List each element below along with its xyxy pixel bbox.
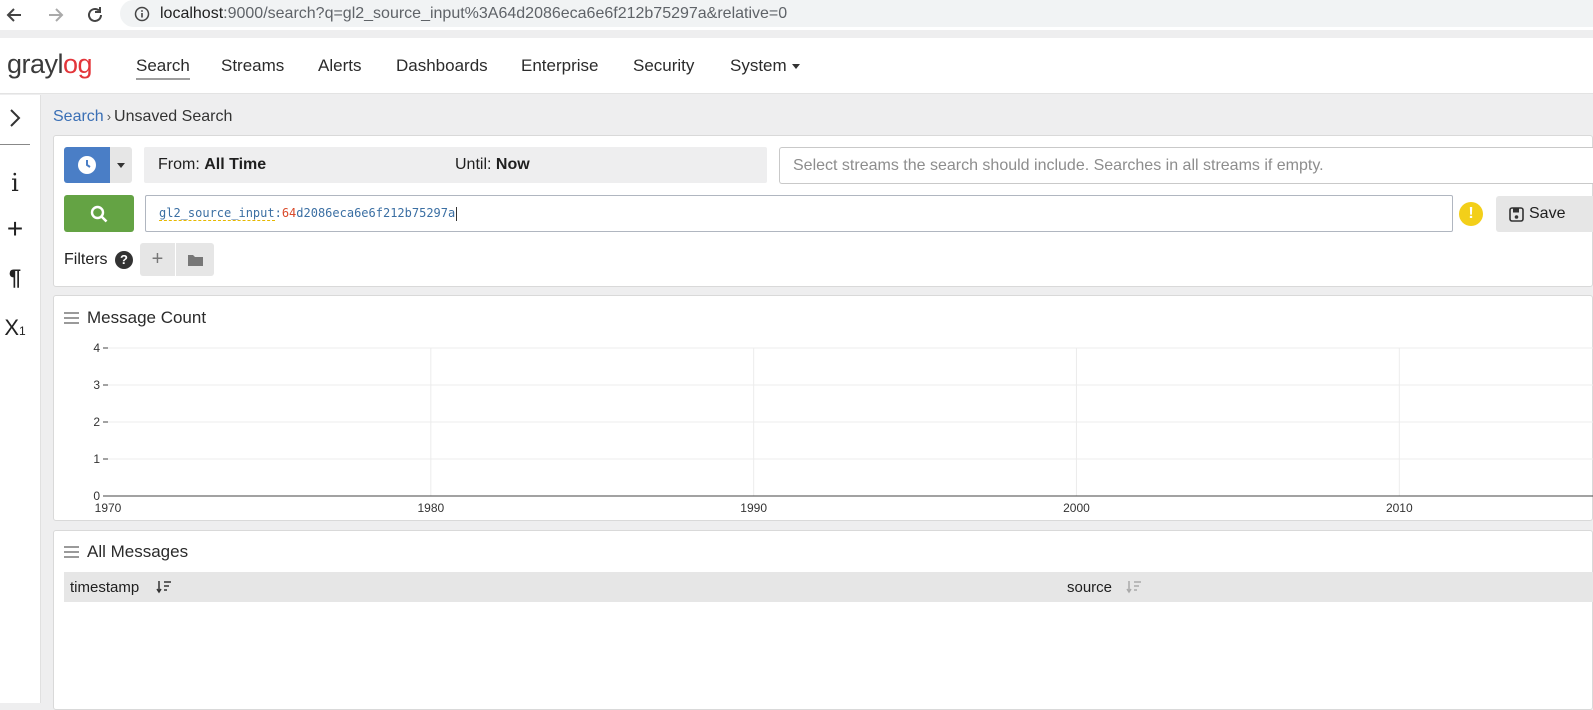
caret-down-icon — [117, 162, 125, 168]
x-tick-label: 1980 — [417, 501, 444, 515]
column-timestamp[interactable]: timestamp — [70, 579, 139, 596]
top-navigation: graylog Search Streams Alerts Dashboards… — [0, 38, 1593, 94]
url-path: :9000/search?q=gl2_source_input%3A64d208… — [223, 4, 788, 22]
query-colon: : — [274, 206, 282, 220]
warning-icon[interactable]: ! — [1459, 202, 1483, 226]
breadcrumb-current: Unsaved Search — [114, 108, 233, 125]
time-until: Until: Now — [455, 156, 530, 173]
all-messages-header: All Messages — [64, 542, 188, 562]
search-icon — [90, 205, 108, 222]
message-count-header: Message Count — [64, 308, 206, 328]
sort-icon[interactable] — [1126, 579, 1142, 595]
widget-title: Message Count — [87, 308, 207, 327]
nav-search[interactable]: Search — [136, 56, 190, 80]
time-from: From: All Time — [158, 156, 267, 173]
column-source[interactable]: source — [1067, 579, 1112, 596]
y-tick-label: 3 — [93, 378, 100, 392]
nav-security[interactable]: Security — [633, 56, 694, 76]
site-info-icon[interactable] — [134, 6, 150, 22]
nav-system-label: System — [730, 56, 787, 75]
drag-handle-icon[interactable] — [64, 543, 79, 561]
breadcrumb-separator: › — [106, 109, 112, 124]
browser-toolbar: localhost:9000/search?q=gl2_source_input… — [0, 0, 1593, 30]
time-range-dropdown[interactable] — [110, 147, 132, 183]
query-field: gl2_source_input — [159, 206, 275, 221]
streams-select[interactable]: Select streams the search should include… — [779, 147, 1593, 184]
save-icon — [1509, 206, 1524, 222]
y-tick-label: 1 — [93, 452, 100, 466]
help-icon[interactable]: ? — [115, 251, 133, 269]
chevron-right-icon[interactable] — [0, 107, 30, 134]
text-cursor — [456, 206, 458, 221]
drag-handle-icon[interactable] — [64, 309, 79, 327]
paragraph-icon[interactable]: ¶ — [0, 265, 30, 291]
query-input[interactable]: gl2_source_input:64d2086eca6e6f212b75297… — [145, 195, 1453, 232]
y-tick-label: 4 — [93, 341, 100, 355]
nav-enterprise[interactable]: Enterprise — [521, 56, 598, 76]
clock-icon — [78, 156, 96, 174]
folder-icon — [187, 254, 203, 266]
message-count-chart: 012341970 1980 1990 2000 2010 — [93, 341, 1593, 515]
save-label: Save — [1529, 205, 1566, 222]
breadcrumb-search-link[interactable]: Search — [53, 108, 104, 125]
query-value-numeric: 64 — [281, 206, 297, 220]
messages-table-header: timestamp source — [64, 572, 1593, 602]
time-range-display[interactable]: From: All Time Until: Now — [144, 147, 767, 183]
all-messages-widget — [53, 530, 1593, 710]
x-tick-label: 2000 — [1063, 501, 1090, 515]
reload-icon[interactable] — [83, 3, 107, 27]
nav-streams[interactable]: Streams — [221, 56, 284, 76]
y-tick-label: 2 — [93, 415, 100, 429]
nav-alerts[interactable]: Alerts — [318, 56, 361, 76]
plus-icon: + — [151, 248, 164, 270]
caret-down-icon — [791, 64, 800, 70]
sort-desc-icon[interactable] — [156, 579, 172, 595]
query-value: d2086eca6e6f212b75297a — [296, 206, 456, 220]
add-filter-button[interactable]: + — [140, 243, 175, 276]
breadcrumb: Search › Unsaved Search — [53, 108, 232, 126]
x-tick-label: 1970 — [95, 501, 122, 515]
x-tick-label: 1990 — [740, 501, 767, 515]
forward-icon[interactable] — [43, 3, 67, 27]
filters-label: Filters — [64, 251, 108, 268]
save-button[interactable]: Save — [1496, 196, 1593, 232]
nav-dashboards[interactable]: Dashboards — [396, 56, 488, 76]
address-bar[interactable]: localhost:9000/search?q=gl2_source_input… — [120, 0, 1593, 27]
plus-icon[interactable]: + — [0, 213, 30, 245]
widget-title: All Messages — [87, 542, 189, 561]
search-button[interactable] — [64, 195, 134, 232]
nav-system[interactable]: System — [730, 56, 800, 76]
graylog-logo[interactable]: graylog — [7, 49, 93, 80]
x-tick-label: 2010 — [1386, 501, 1413, 515]
time-range-button[interactable] — [64, 147, 110, 183]
load-filter-button[interactable] — [176, 243, 214, 276]
left-sidebar: i + ¶ X1 — [0, 95, 41, 703]
url-host: localhost — [160, 4, 224, 22]
back-icon[interactable] — [3, 3, 27, 27]
info-icon[interactable]: i — [0, 169, 30, 197]
sidebar-divider — [0, 144, 30, 145]
subscript-icon[interactable]: X1 — [0, 315, 30, 341]
